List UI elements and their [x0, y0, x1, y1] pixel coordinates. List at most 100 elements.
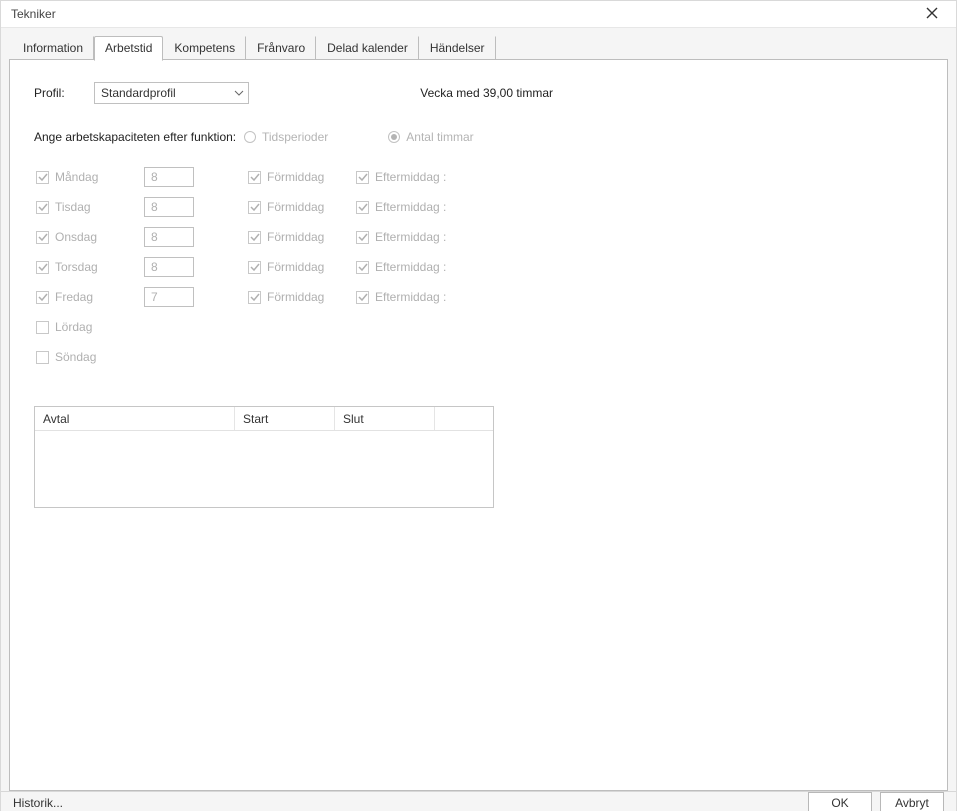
tab-label: Kompetens — [174, 41, 235, 55]
em-checkbox-mandag[interactable]: Eftermiddag : — [356, 170, 456, 184]
column-slut[interactable]: Slut — [335, 407, 435, 430]
day-checkbox-sondag[interactable]: Söndag — [36, 350, 136, 364]
profile-dropdown[interactable]: Standardprofil — [94, 82, 249, 104]
tab-kompetens[interactable]: Kompetens — [163, 36, 246, 60]
em-checkbox-tisdag[interactable]: Eftermiddag : — [356, 200, 456, 214]
radio-label: Tidsperioder — [262, 130, 328, 144]
tab-delad-kalender[interactable]: Delad kalender — [316, 36, 419, 60]
tab-arbetstid[interactable]: Arbetstid — [94, 36, 163, 61]
content-area: Information Arbetstid Kompetens Frånvaro… — [1, 28, 956, 791]
tab-label: Händelser — [430, 41, 485, 55]
em-checkbox-fredag[interactable]: Eftermiddag : — [356, 290, 456, 304]
day-checkbox-fredag[interactable]: Fredag — [36, 290, 136, 304]
history-link[interactable]: Historik... — [13, 796, 63, 810]
tab-panel-arbetstid: Profil: Standardprofil Vecka med 39,00 t… — [9, 59, 948, 791]
checkbox-icon — [248, 261, 261, 274]
column-start[interactable]: Start — [235, 407, 335, 430]
day-checkbox-onsdag[interactable]: Onsdag — [36, 230, 136, 244]
em-checkbox-torsdag[interactable]: Eftermiddag : — [356, 260, 456, 274]
dialog-window: Tekniker Information Arbetstid Kompetens… — [0, 0, 957, 811]
close-button[interactable] — [914, 1, 950, 27]
radio-icon — [388, 131, 400, 143]
hours-input-onsdag[interactable]: 8 — [144, 227, 194, 247]
checkbox-icon — [36, 351, 49, 364]
hours-value: 8 — [151, 260, 158, 274]
day-row-torsdag: Torsdag 8 Förmiddag Eftermiddag : — [36, 252, 923, 282]
em-label: Eftermiddag : — [375, 290, 446, 304]
day-label: Fredag — [55, 290, 93, 304]
profile-row: Profil: Standardprofil Vecka med 39,00 t… — [34, 82, 923, 104]
table-header: Avtal Start Slut — [35, 407, 493, 431]
close-icon — [926, 7, 938, 22]
column-avtal[interactable]: Avtal — [35, 407, 235, 430]
day-checkbox-torsdag[interactable]: Torsdag — [36, 260, 136, 274]
cancel-button[interactable]: Avbryt — [880, 792, 944, 811]
day-label: Lördag — [55, 320, 92, 334]
fm-label: Förmiddag — [267, 290, 324, 304]
hours-value: 7 — [151, 290, 158, 304]
dialog-footer: Historik... OK Avbryt — [1, 791, 956, 811]
day-row-tisdag: Tisdag 8 Förmiddag Eftermiddag : — [36, 192, 923, 222]
em-label: Eftermiddag : — [375, 200, 446, 214]
table-body[interactable] — [35, 431, 493, 507]
em-label: Eftermiddag : — [375, 170, 446, 184]
profile-label: Profil: — [34, 86, 94, 100]
day-checkbox-lordag[interactable]: Lördag — [36, 320, 136, 334]
radio-icon — [244, 131, 256, 143]
tab-handelser[interactable]: Händelser — [419, 36, 496, 60]
day-label: Tisdag — [55, 200, 91, 214]
period-group: Förmiddag Eftermiddag : — [248, 290, 456, 304]
fm-checkbox-torsdag[interactable]: Förmiddag — [248, 260, 348, 274]
checkbox-icon — [248, 291, 261, 304]
hours-value: 8 — [151, 200, 158, 214]
day-checkbox-tisdag[interactable]: Tisdag — [36, 200, 136, 214]
checkbox-icon — [356, 231, 369, 244]
fm-checkbox-fredag[interactable]: Förmiddag — [248, 290, 348, 304]
checkbox-icon — [36, 291, 49, 304]
tab-franvaro[interactable]: Frånvaro — [246, 36, 316, 60]
profile-dropdown-value: Standardprofil — [101, 86, 176, 100]
checkbox-icon — [248, 171, 261, 184]
period-group: Förmiddag Eftermiddag : — [248, 200, 456, 214]
radio-antal-timmar[interactable]: Antal timmar — [388, 130, 473, 144]
tab-information[interactable]: Information — [13, 36, 94, 60]
day-checkbox-mandag[interactable]: Måndag — [36, 170, 136, 184]
radio-tidsperioder[interactable]: Tidsperioder — [244, 130, 328, 144]
hours-input-mandag[interactable]: 8 — [144, 167, 194, 187]
day-row-mandag: Måndag 8 Förmiddag Eftermiddag : — [36, 162, 923, 192]
days-grid: Måndag 8 Förmiddag Eftermiddag : — [36, 162, 923, 372]
day-label: Måndag — [55, 170, 98, 184]
day-row-onsdag: Onsdag 8 Förmiddag Eftermiddag : — [36, 222, 923, 252]
agreements-table: Avtal Start Slut — [34, 406, 494, 508]
checkbox-icon — [248, 231, 261, 244]
fm-checkbox-onsdag[interactable]: Förmiddag — [248, 230, 348, 244]
day-row-sondag: Söndag — [36, 342, 923, 372]
checkbox-icon — [36, 201, 49, 214]
period-group: Förmiddag Eftermiddag : — [248, 230, 456, 244]
capacity-row: Ange arbetskapaciteten efter funktion: T… — [34, 130, 923, 144]
period-group: Förmiddag Eftermiddag : — [248, 170, 456, 184]
capacity-label: Ange arbetskapaciteten efter funktion: — [34, 130, 244, 144]
window-title: Tekniker — [11, 7, 914, 21]
hours-input-tisdag[interactable]: 8 — [144, 197, 194, 217]
checkbox-icon — [248, 201, 261, 214]
week-summary: Vecka med 39,00 timmar — [420, 86, 923, 100]
day-label: Onsdag — [55, 230, 97, 244]
day-label: Torsdag — [55, 260, 98, 274]
fm-checkbox-tisdag[interactable]: Förmiddag — [248, 200, 348, 214]
fm-checkbox-mandag[interactable]: Förmiddag — [248, 170, 348, 184]
checkbox-icon — [356, 171, 369, 184]
em-label: Eftermiddag : — [375, 230, 446, 244]
ok-button[interactable]: OK — [808, 792, 872, 811]
hours-input-fredag[interactable]: 7 — [144, 287, 194, 307]
hours-value: 8 — [151, 230, 158, 244]
checkbox-icon — [36, 261, 49, 274]
tab-label: Arbetstid — [105, 41, 152, 55]
tab-label: Information — [23, 41, 83, 55]
tab-label: Delad kalender — [327, 41, 408, 55]
day-label: Söndag — [55, 350, 96, 364]
em-checkbox-onsdag[interactable]: Eftermiddag : — [356, 230, 456, 244]
checkbox-icon — [356, 201, 369, 214]
checkbox-icon — [36, 321, 49, 334]
hours-input-torsdag[interactable]: 8 — [144, 257, 194, 277]
